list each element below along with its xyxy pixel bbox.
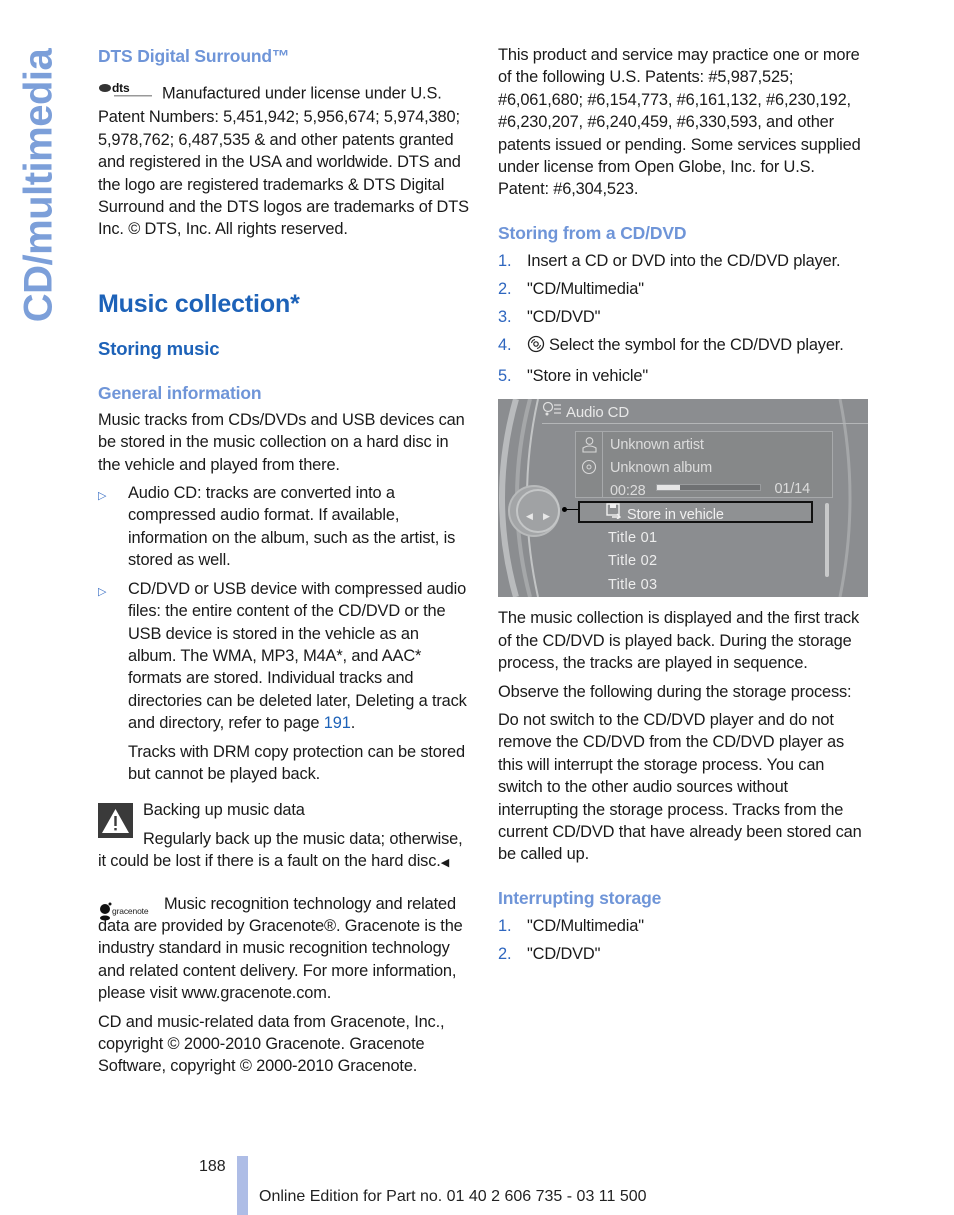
track-list-item[interactable]: Title 02: [608, 550, 657, 572]
idrive-screen: Audio CD Unknown artist Unknown album 00…: [498, 399, 868, 598]
step-item: 1. Insert a CD or DVD into the CD/DVD pla…: [498, 252, 841, 271]
dts-heading: DTS Digital Surround™: [98, 46, 290, 66]
right-column: This product and service may practice on…: [498, 44, 870, 966]
step-item: 3. "CD/DVD": [498, 308, 601, 327]
svg-text:dts: dts: [112, 82, 130, 95]
warning-triangle-icon: [98, 803, 133, 839]
storing-steps: 1. Insert a CD or DVD into the CD/DVD pla…: [498, 250, 870, 387]
step-item: 2. "CD/Multimedia": [498, 280, 644, 299]
album-disc-icon: [581, 459, 597, 481]
gracenote-box: gracenote Music recognition technology a…: [98, 893, 470, 1005]
edition-note: Online Edition for Part no. 01 40 2 606 …: [259, 1188, 647, 1205]
interrupt-steps: 1. "CD/Multimedia" 2. "CD/DVD": [498, 915, 870, 965]
dts-logo: dts: [98, 81, 156, 106]
artist-label: Unknown artist: [610, 437, 704, 454]
chapter-side-tab: CD/multimedia: [14, 40, 64, 330]
triangle-bullet-icon: ▷: [98, 490, 107, 503]
bullet-item: ▷ Audio CD: tracks are converted into a …: [98, 482, 470, 572]
gracenote-copyright: CD and music-related data from Gracenote…: [98, 1012, 445, 1076]
step-item: 2. "CD/DVD": [498, 945, 601, 964]
bullet-item: ▷ CD/DVD or USB device with compressed a…: [98, 578, 470, 735]
audio-source-icon: [542, 401, 562, 424]
store-save-icon: [606, 503, 622, 526]
artist-icon: [581, 436, 598, 459]
page-number: 188: [199, 1158, 226, 1175]
observe-paragraph: Observe the following during the storage…: [498, 682, 852, 701]
controller-right-arrow-icon: ▶: [543, 511, 550, 522]
subsection-title: Storing music: [98, 337, 220, 359]
drm-note: Tracks with DRM copy protection can be s…: [128, 742, 465, 783]
track-list-item[interactable]: Title 01: [608, 527, 657, 549]
controller-left-arrow-icon: ◀: [526, 511, 533, 522]
warning-title: Backing up music data: [143, 801, 305, 820]
page-reference-link[interactable]: 191: [324, 714, 351, 732]
screen-scrollbar: [825, 503, 829, 578]
warning-box: Backing up music data Regularly back up …: [98, 799, 470, 874]
gracenote-logo: gracenote: [98, 901, 158, 923]
step-item: 1. "CD/Multimedia": [498, 917, 644, 936]
now-playing-panel: Unknown artist Unknown album 00:28 01/14: [575, 431, 833, 499]
track-counter: 01/14: [774, 481, 810, 498]
step-item: 5. "Store in vehicle": [498, 366, 648, 385]
footer-accent-bar: [237, 1156, 248, 1215]
screen-divider: [542, 423, 868, 425]
interrupt-heading: Interrupting storage: [498, 887, 662, 908]
track-progress-bar: [656, 484, 761, 492]
chapter-title: CD/multimedia: [16, 48, 61, 322]
general-intro: Music tracks from CDs/DVDs and USB devic…: [98, 410, 465, 474]
general-info-heading: General information: [98, 382, 262, 403]
after-screen-paragraph: The music collection is displayed and th…: [498, 609, 859, 673]
triangle-bullet-icon: ▷: [98, 585, 107, 598]
left-column: DTS Digital Surround™ dts Manufactured u…: [98, 44, 470, 1078]
album-label: Unknown album: [610, 460, 713, 477]
elapsed-time: 00:28: [610, 483, 646, 500]
end-mark-icon: ◀: [440, 857, 449, 870]
svg-text:gracenote: gracenote: [112, 906, 149, 916]
track-list-item[interactable]: Title 03: [608, 574, 657, 596]
cd-disc-icon: [527, 335, 545, 359]
screen-title: Audio CD: [542, 401, 629, 424]
section-title: Music collection*: [98, 289, 300, 318]
step-item: 4. Select the symbol for the CD/DVD playe…: [498, 334, 870, 359]
warning-paragraph: Do not switch to the CD/DVD player and d…: [498, 711, 862, 864]
dts-paragraph: dts Manufactured under license under U.S…: [98, 81, 469, 239]
warning-body: Regularly back up the music data; otherw…: [98, 829, 463, 871]
track-progress-fill: [657, 485, 680, 491]
storing-heading: Storing from a CD/DVD: [498, 222, 687, 243]
patents-paragraph: This product and service may practice on…: [498, 46, 861, 199]
